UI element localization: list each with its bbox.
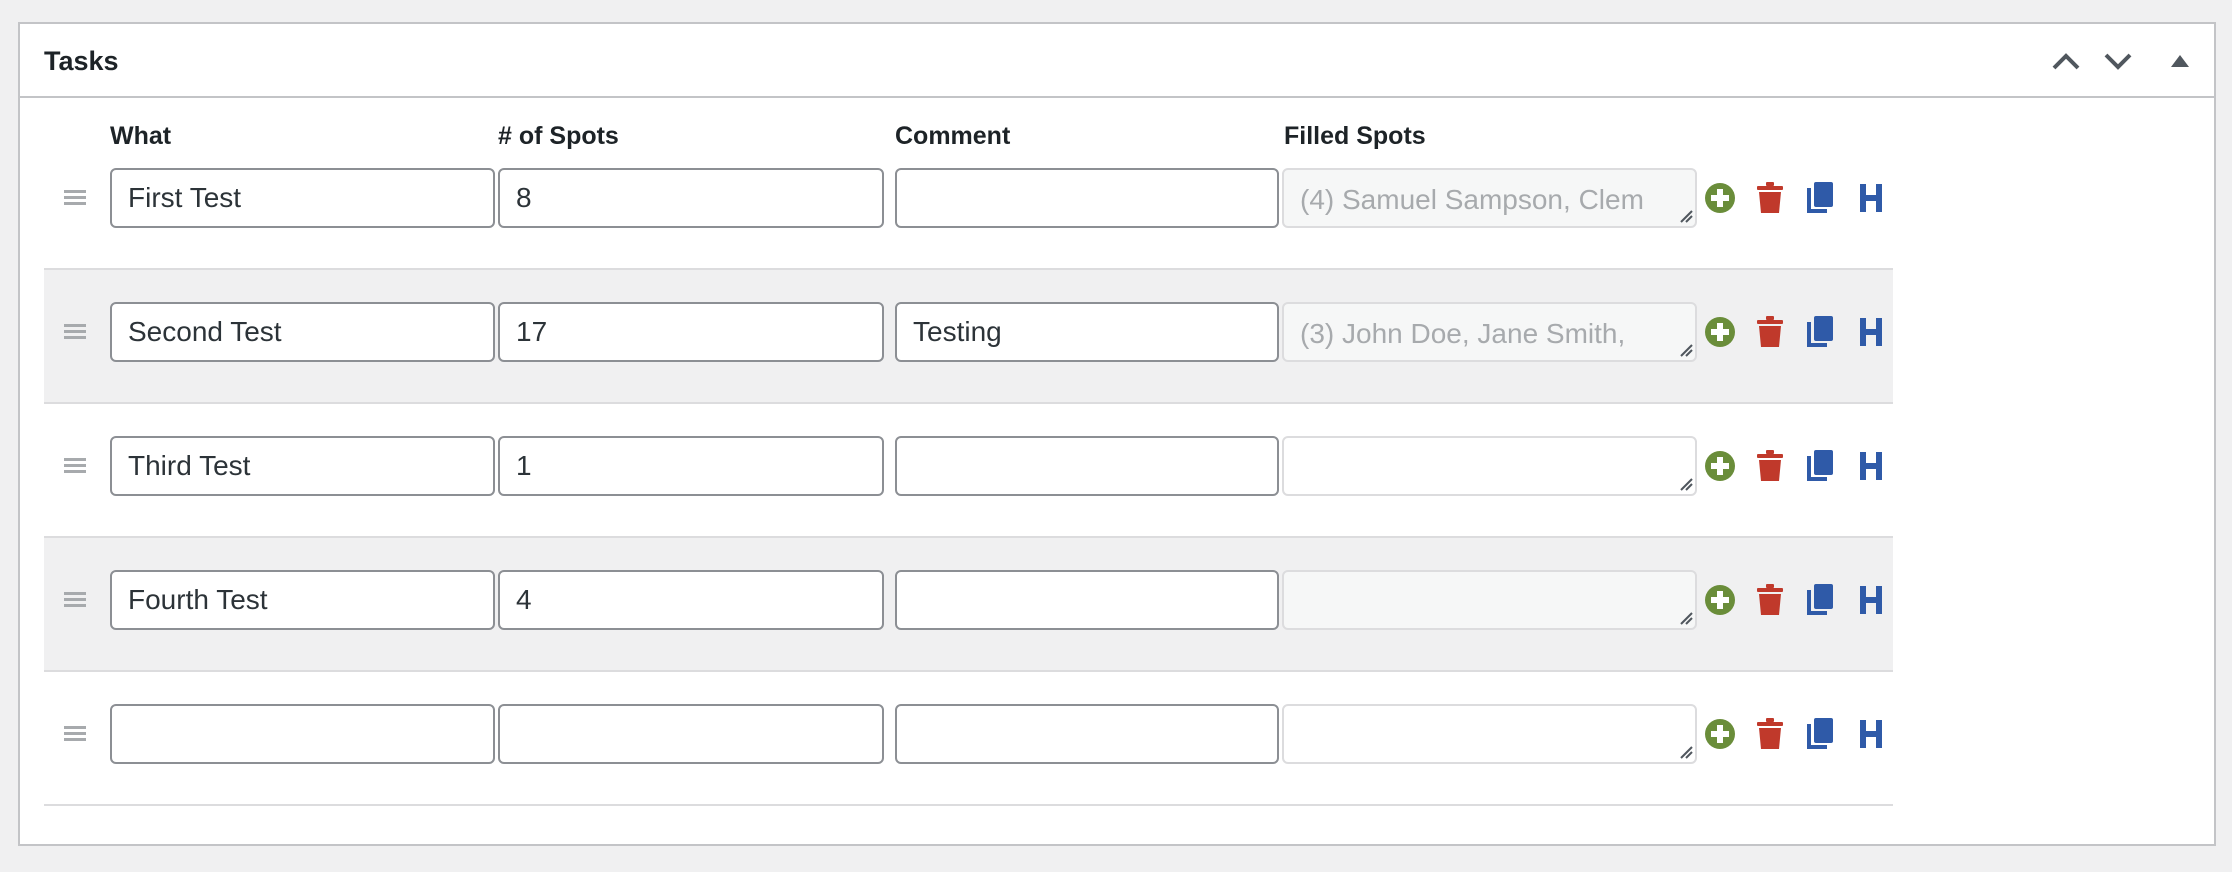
copy-task-button[interactable] bbox=[1802, 716, 1838, 752]
task-comment-input[interactable] bbox=[895, 570, 1279, 630]
trash-icon bbox=[1757, 584, 1783, 615]
task-what-input[interactable] bbox=[110, 704, 495, 764]
header-icon bbox=[1860, 184, 1882, 212]
header-icon bbox=[1860, 318, 1882, 346]
add-icon bbox=[1705, 183, 1735, 213]
task-filled-spots-field: (3) John Doe, Jane Smith, bbox=[1282, 302, 1697, 362]
task-spots-input[interactable] bbox=[498, 570, 884, 630]
move-down-button[interactable] bbox=[2100, 43, 2136, 79]
add-header-button[interactable] bbox=[1853, 448, 1889, 484]
header-icon bbox=[1860, 452, 1882, 480]
chevron-up-icon bbox=[2052, 53, 2080, 70]
toggle-panel-button[interactable] bbox=[2162, 43, 2198, 79]
drag-handle-icon[interactable] bbox=[64, 592, 86, 608]
drag-handle-icon[interactable] bbox=[64, 190, 86, 206]
triangle-up-icon bbox=[2171, 55, 2189, 67]
tasks-panel: Tasks What # of Spots Comment Filled Spo… bbox=[18, 22, 2216, 846]
move-up-button[interactable] bbox=[2048, 43, 2084, 79]
copy-task-button[interactable] bbox=[1802, 180, 1838, 216]
task-spots-input[interactable] bbox=[498, 436, 884, 496]
task-what-input[interactable] bbox=[110, 168, 495, 228]
copy-task-button[interactable] bbox=[1802, 448, 1838, 484]
add-task-button[interactable] bbox=[1702, 448, 1738, 484]
copy-task-button[interactable] bbox=[1802, 314, 1838, 350]
add-header-button[interactable] bbox=[1853, 582, 1889, 618]
copy-icon bbox=[1807, 450, 1833, 481]
drag-handle-icon[interactable] bbox=[64, 458, 86, 474]
task-what-input[interactable] bbox=[110, 436, 495, 496]
trash-icon bbox=[1757, 718, 1783, 749]
task-what-input[interactable] bbox=[110, 570, 495, 630]
task-comment-input[interactable] bbox=[895, 168, 1279, 228]
copy-icon bbox=[1807, 584, 1833, 615]
add-task-button[interactable] bbox=[1702, 716, 1738, 752]
add-task-button[interactable] bbox=[1702, 582, 1738, 618]
trash-icon bbox=[1757, 316, 1783, 347]
header-icon bbox=[1860, 586, 1882, 614]
chevron-down-icon bbox=[2104, 53, 2132, 70]
task-filled-spots-field bbox=[1282, 570, 1697, 630]
add-task-button[interactable] bbox=[1702, 180, 1738, 216]
copy-icon bbox=[1807, 182, 1833, 213]
copy-icon bbox=[1807, 316, 1833, 347]
task-what-input[interactable] bbox=[110, 302, 495, 362]
task-comment-input[interactable] bbox=[895, 436, 1279, 496]
copy-task-button[interactable] bbox=[1802, 582, 1838, 618]
task-spots-input[interactable] bbox=[498, 168, 884, 228]
add-task-button[interactable] bbox=[1702, 314, 1738, 350]
delete-task-button[interactable] bbox=[1752, 448, 1788, 484]
drag-handle-icon[interactable] bbox=[64, 324, 86, 340]
task-filled-spots-field bbox=[1282, 436, 1697, 496]
add-icon bbox=[1705, 451, 1735, 481]
panel-header: Tasks bbox=[20, 24, 2214, 98]
panel-title: Tasks bbox=[44, 46, 119, 76]
add-icon bbox=[1705, 585, 1735, 615]
header-icon bbox=[1860, 720, 1882, 748]
delete-task-button[interactable] bbox=[1752, 716, 1788, 752]
add-header-button[interactable] bbox=[1853, 314, 1889, 350]
task-spots-input[interactable] bbox=[498, 704, 884, 764]
add-icon bbox=[1705, 719, 1735, 749]
task-spots-input[interactable] bbox=[498, 302, 884, 362]
delete-task-button[interactable] bbox=[1752, 314, 1788, 350]
task-filled-spots-field bbox=[1282, 704, 1697, 764]
copy-icon bbox=[1807, 718, 1833, 749]
trash-icon bbox=[1757, 182, 1783, 213]
add-icon bbox=[1705, 317, 1735, 347]
task-comment-input[interactable] bbox=[895, 302, 1279, 362]
delete-task-button[interactable] bbox=[1752, 582, 1788, 618]
add-header-button[interactable] bbox=[1853, 716, 1889, 752]
task-comment-input[interactable] bbox=[895, 704, 1279, 764]
task-filled-spots-field: (4) Samuel Sampson, Clem bbox=[1282, 168, 1697, 228]
drag-handle-icon[interactable] bbox=[64, 726, 86, 742]
add-header-button[interactable] bbox=[1853, 180, 1889, 216]
trash-icon bbox=[1757, 450, 1783, 481]
delete-task-button[interactable] bbox=[1752, 180, 1788, 216]
